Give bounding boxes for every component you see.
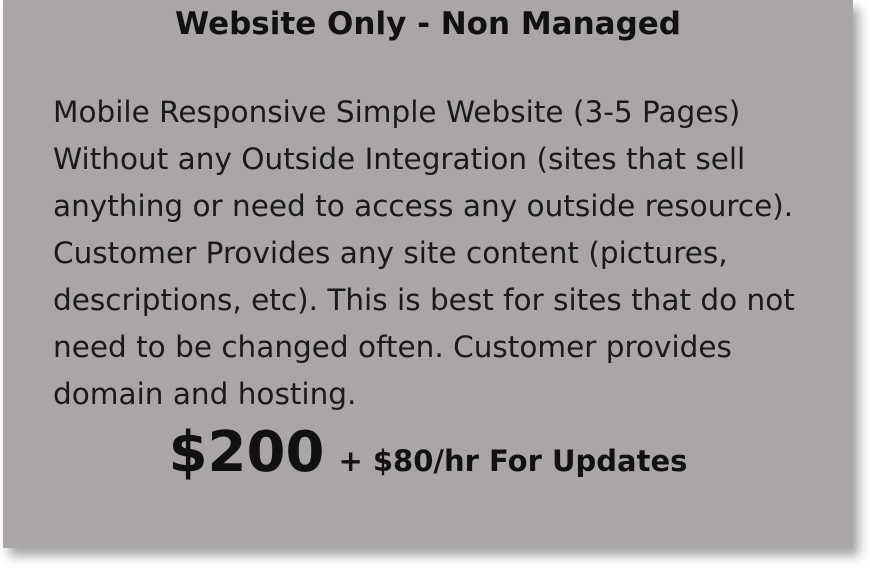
plan-description: Mobile Responsive Simple Website (3-5 Pa… (53, 95, 795, 411)
plan-price: $200 (168, 420, 325, 485)
price-row: $200 + $80/hr For Updates (3, 420, 853, 485)
pricing-card: Website Only - Non Managed Mobile Respon… (3, 0, 853, 548)
price-note: + $80/hr For Updates (338, 444, 688, 478)
plan-title: Website Only - Non Managed (175, 6, 681, 42)
